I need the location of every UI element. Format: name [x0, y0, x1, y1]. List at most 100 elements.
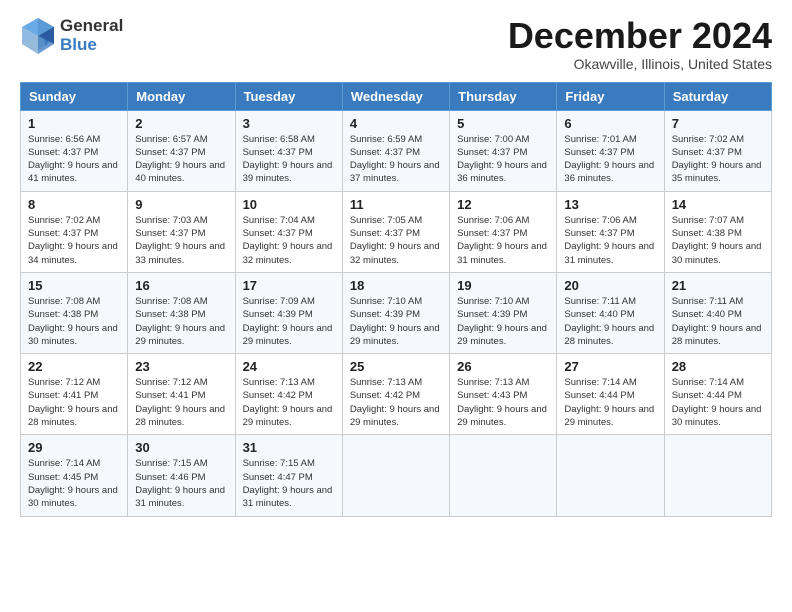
day-detail: Sunrise: 7:06 AMSunset: 4:37 PMDaylight:… [564, 215, 654, 266]
day-cell: 4 Sunrise: 6:59 AMSunset: 4:37 PMDaylight… [342, 110, 449, 191]
day-detail: Sunrise: 7:05 AMSunset: 4:37 PMDaylight:… [350, 215, 440, 266]
day-cell: 5 Sunrise: 7:00 AMSunset: 4:37 PMDaylight… [450, 110, 557, 191]
logo-text-blue: Blue [60, 36, 123, 55]
day-detail: Sunrise: 7:11 AMSunset: 4:40 PMDaylight:… [672, 296, 762, 347]
day-cell: 17Sunrise: 7:09 AMSunset: 4:39 PMDayligh… [235, 272, 342, 353]
day-number: 23 [135, 359, 227, 374]
day-detail: Sunrise: 7:03 AMSunset: 4:37 PMDaylight:… [135, 215, 225, 266]
day-cell: 30 Sunrise: 7:15 AMSunset: 4:46 PMDayligh… [128, 435, 235, 516]
day-detail: Sunrise: 7:13 AMSunset: 4:42 PMDaylight:… [243, 377, 333, 428]
day-detail: Sunrise: 7:14 AMSunset: 4:44 PMDaylight:… [564, 377, 654, 428]
day-number: 15 [28, 278, 120, 293]
header-cell-tuesday: Tuesday [235, 82, 342, 110]
day-detail: Sunrise: 7:04 AMSunset: 4:37 PMDaylight:… [243, 215, 333, 266]
day-detail: Sunrise: 7:01 AMSunset: 4:37 PMDaylight:… [564, 134, 654, 185]
day-number: 21 [672, 278, 764, 293]
day-cell: 25Sunrise: 7:13 AMSunset: 4:42 PMDayligh… [342, 354, 449, 435]
day-detail: Sunrise: 7:10 AMSunset: 4:39 PMDaylight:… [457, 296, 547, 347]
day-cell: 29Sunrise: 7:14 AMSunset: 4:45 PMDayligh… [21, 435, 128, 516]
day-detail: Sunrise: 7:15 AMSunset: 4:46 PMDaylight:… [135, 458, 225, 509]
day-number: 2 [135, 116, 227, 131]
day-number: 30 [135, 440, 227, 455]
day-cell: 9 Sunrise: 7:03 AMSunset: 4:37 PMDaylight… [128, 191, 235, 272]
day-number: 28 [672, 359, 764, 374]
day-detail: Sunrise: 7:15 AMSunset: 4:47 PMDaylight:… [243, 458, 333, 509]
day-number: 3 [243, 116, 335, 131]
day-number: 31 [243, 440, 335, 455]
day-number: 26 [457, 359, 549, 374]
day-detail: Sunrise: 7:08 AMSunset: 4:38 PMDaylight:… [28, 296, 118, 347]
day-number: 17 [243, 278, 335, 293]
day-detail: Sunrise: 6:57 AMSunset: 4:37 PMDaylight:… [135, 134, 225, 185]
week-row-3: 15 Sunrise: 7:08 AMSunset: 4:38 PMDayligh… [21, 272, 772, 353]
day-number: 24 [243, 359, 335, 374]
day-cell: 12Sunrise: 7:06 AMSunset: 4:37 PMDayligh… [450, 191, 557, 272]
day-cell: 26 Sunrise: 7:13 AMSunset: 4:43 PMDayligh… [450, 354, 557, 435]
day-cell: 21 Sunrise: 7:11 AMSunset: 4:40 PMDayligh… [664, 272, 771, 353]
day-number: 11 [350, 197, 442, 212]
day-cell: 16Sunrise: 7:08 AMSunset: 4:38 PMDayligh… [128, 272, 235, 353]
day-number: 9 [135, 197, 227, 212]
day-cell: 31 Sunrise: 7:15 AMSunset: 4:47 PMDayligh… [235, 435, 342, 516]
day-detail: Sunrise: 7:12 AMSunset: 4:41 PMDaylight:… [135, 377, 225, 428]
header-cell-sunday: Sunday [21, 82, 128, 110]
day-cell: 24 Sunrise: 7:13 AMSunset: 4:42 PMDayligh… [235, 354, 342, 435]
day-number: 19 [457, 278, 549, 293]
day-number: 22 [28, 359, 120, 374]
header-cell-thursday: Thursday [450, 82, 557, 110]
day-cell [342, 435, 449, 516]
day-detail: Sunrise: 7:14 AMSunset: 4:45 PMDaylight:… [28, 458, 118, 509]
day-detail: Sunrise: 7:08 AMSunset: 4:38 PMDaylight:… [135, 296, 225, 347]
logo-text-general: General [60, 17, 123, 36]
day-number: 12 [457, 197, 549, 212]
day-detail: Sunrise: 7:13 AMSunset: 4:43 PMDaylight:… [457, 377, 547, 428]
day-cell: 2 Sunrise: 6:57 AMSunset: 4:37 PMDaylight… [128, 110, 235, 191]
day-detail: Sunrise: 6:59 AMSunset: 4:37 PMDaylight:… [350, 134, 440, 185]
month-title: December 2024 [508, 16, 772, 56]
day-detail: Sunrise: 7:02 AMSunset: 4:37 PMDaylight:… [672, 134, 762, 185]
page-container: General Blue December 2024 Okawville, Il… [0, 0, 792, 527]
day-detail: Sunrise: 7:02 AMSunset: 4:37 PMDaylight:… [28, 215, 118, 266]
day-cell: 8 Sunrise: 7:02 AMSunset: 4:37 PMDaylight… [21, 191, 128, 272]
day-number: 13 [564, 197, 656, 212]
day-detail: Sunrise: 7:07 AMSunset: 4:38 PMDaylight:… [672, 215, 762, 266]
header-row: SundayMondayTuesdayWednesdayThursdayFrid… [21, 82, 772, 110]
header-cell-wednesday: Wednesday [342, 82, 449, 110]
day-cell [450, 435, 557, 516]
day-cell: 3 Sunrise: 6:58 AMSunset: 4:37 PMDaylight… [235, 110, 342, 191]
day-detail: Sunrise: 7:11 AMSunset: 4:40 PMDaylight:… [564, 296, 654, 347]
location: Okawville, Illinois, United States [508, 56, 772, 72]
day-number: 4 [350, 116, 442, 131]
day-number: 6 [564, 116, 656, 131]
day-cell: 18Sunrise: 7:10 AMSunset: 4:39 PMDayligh… [342, 272, 449, 353]
day-cell: 23 Sunrise: 7:12 AMSunset: 4:41 PMDayligh… [128, 354, 235, 435]
day-detail: Sunrise: 7:00 AMSunset: 4:37 PMDaylight:… [457, 134, 547, 185]
day-detail: Sunrise: 6:58 AMSunset: 4:37 PMDaylight:… [243, 134, 333, 185]
week-row-2: 8 Sunrise: 7:02 AMSunset: 4:37 PMDaylight… [21, 191, 772, 272]
day-cell: 11 Sunrise: 7:05 AMSunset: 4:37 PMDayligh… [342, 191, 449, 272]
header-cell-monday: Monday [128, 82, 235, 110]
week-row-4: 22 Sunrise: 7:12 AMSunset: 4:41 PMDayligh… [21, 354, 772, 435]
day-cell: 19 Sunrise: 7:10 AMSunset: 4:39 PMDayligh… [450, 272, 557, 353]
day-number: 8 [28, 197, 120, 212]
day-number: 5 [457, 116, 549, 131]
day-number: 1 [28, 116, 120, 131]
header-cell-saturday: Saturday [664, 82, 771, 110]
day-cell: 20 Sunrise: 7:11 AMSunset: 4:40 PMDayligh… [557, 272, 664, 353]
day-number: 18 [350, 278, 442, 293]
day-cell: 15 Sunrise: 7:08 AMSunset: 4:38 PMDayligh… [21, 272, 128, 353]
week-row-1: 1 Sunrise: 6:56 AMSunset: 4:37 PMDaylight… [21, 110, 772, 191]
day-cell: 6 Sunrise: 7:01 AMSunset: 4:37 PMDaylight… [557, 110, 664, 191]
day-number: 25 [350, 359, 442, 374]
day-detail: Sunrise: 6:56 AMSunset: 4:37 PMDaylight:… [28, 134, 118, 185]
day-cell: 28Sunrise: 7:14 AMSunset: 4:44 PMDayligh… [664, 354, 771, 435]
day-cell: 14Sunrise: 7:07 AMSunset: 4:38 PMDayligh… [664, 191, 771, 272]
week-row-5: 29Sunrise: 7:14 AMSunset: 4:45 PMDayligh… [21, 435, 772, 516]
day-cell [664, 435, 771, 516]
day-cell: 13 Sunrise: 7:06 AMSunset: 4:37 PMDayligh… [557, 191, 664, 272]
day-number: 20 [564, 278, 656, 293]
day-detail: Sunrise: 7:12 AMSunset: 4:41 PMDaylight:… [28, 377, 118, 428]
day-cell: 7Sunrise: 7:02 AMSunset: 4:37 PMDaylight… [664, 110, 771, 191]
header-cell-friday: Friday [557, 82, 664, 110]
day-cell: 27Sunrise: 7:14 AMSunset: 4:44 PMDayligh… [557, 354, 664, 435]
